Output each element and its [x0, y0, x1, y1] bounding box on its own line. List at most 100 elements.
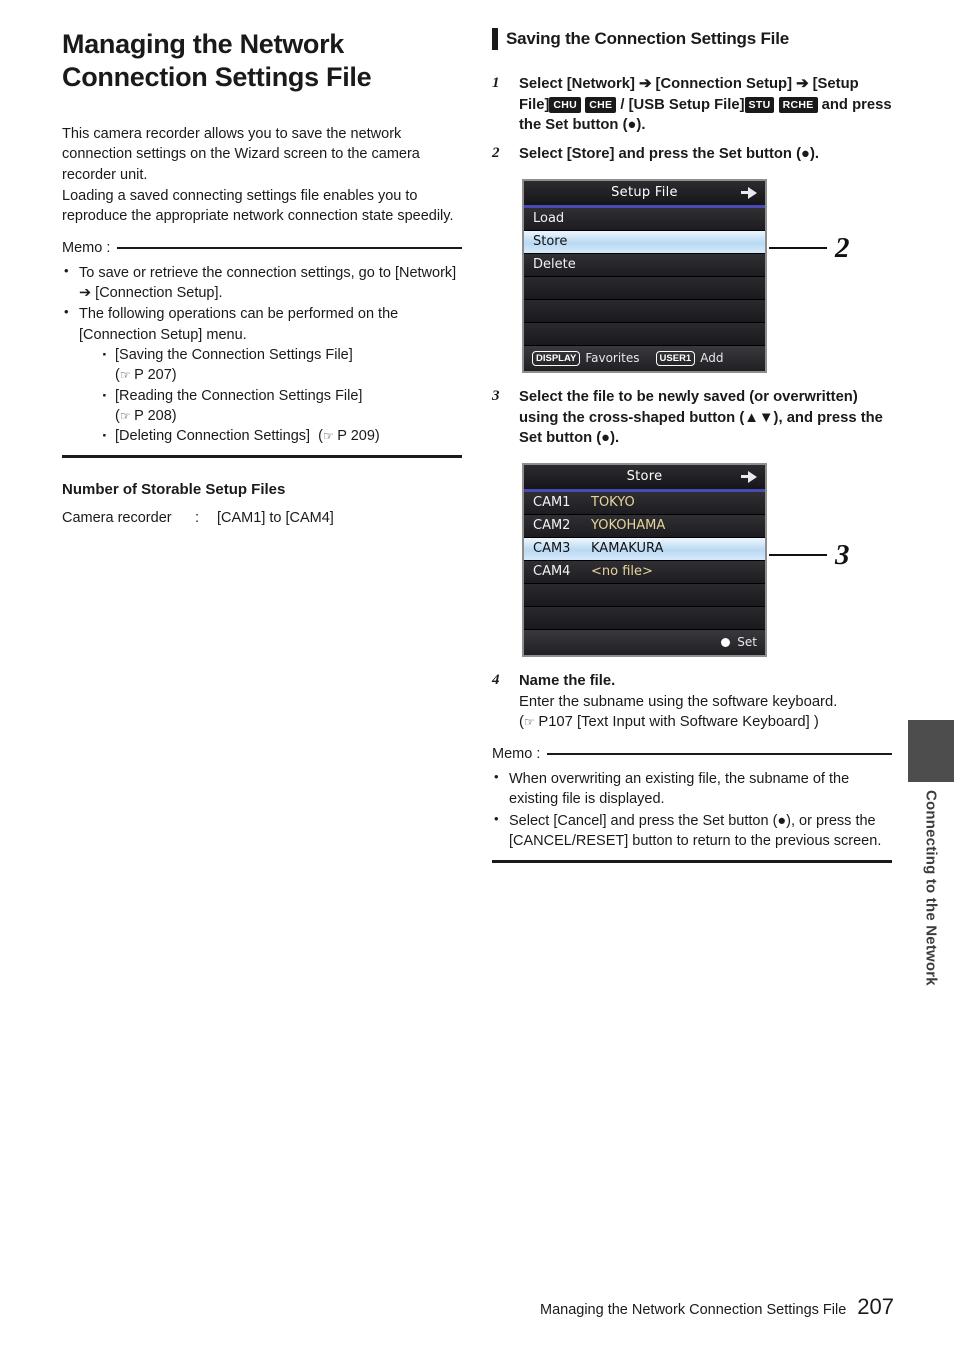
memo-label-right: Memo : [492, 746, 541, 763]
lcd-rows-store: CAM1 TOKYO CAM2 YOKOHAMA CAM3 KAMAKURA C… [524, 491, 765, 630]
lcd-title: Setup File [611, 185, 678, 201]
step-4-title: Name the file. [519, 672, 616, 689]
lcd-row-label: CAM1 [533, 495, 571, 511]
pointing-hand-icon: ☞ [119, 408, 131, 423]
side-tab-block [908, 720, 954, 782]
step-3-number: 3 [492, 387, 500, 404]
next-arrow-icon [741, 186, 757, 199]
lcd-row-delete[interactable]: Delete [524, 253, 765, 277]
memo-item-text: Select [Cancel] and press the Set button… [509, 812, 882, 849]
memo-header-left: Memo : [62, 240, 462, 256]
step-4-number: 4 [492, 671, 500, 688]
memo-rule-left [117, 247, 462, 249]
lcd-row-label: CAM3 [533, 541, 571, 557]
memo-rule-bottom-left [62, 455, 462, 458]
memo-item-text: The following operations can be performe… [79, 306, 399, 343]
lcd-row-value: <no file> [591, 564, 653, 580]
lcd-row-cam1[interactable]: CAM1 TOKYO [524, 491, 765, 515]
memo-rule-right [547, 753, 892, 755]
callout-leader-line [769, 247, 827, 250]
page-reference: P 208 [134, 407, 172, 424]
step-2-number: 2 [492, 145, 500, 162]
step-4-reference: (☞ P107 [Text Input with Software Keyboa… [519, 714, 819, 731]
memo-sub-item-text: [Reading the Connection Settings File] [115, 387, 363, 404]
user1-key-action: Add [700, 351, 724, 366]
memo-item: The following operations can be performe… [62, 303, 462, 448]
memo-sub-list: [Saving the Connection Settings File] (☞… [79, 343, 462, 448]
pointing-hand-icon: ☞ [322, 429, 334, 444]
lcd-row-empty [524, 583, 765, 607]
lcd-store: Store CAM1 TOKYO CAM2 YOKOHAMA CAM3 KAMA… [522, 462, 767, 657]
badge-chu: CHU [549, 96, 582, 114]
lcd-row-empty [524, 299, 765, 323]
section-heading: Saving the Connection Settings File [492, 28, 892, 50]
set-button-icon [721, 637, 731, 647]
page-number: 207 [857, 1294, 894, 1319]
lcd-footer-setup-file: DISPLAY Favorites USER1 Add [524, 345, 765, 371]
lcd-row-label: Load [533, 211, 565, 227]
step-4-line-1: Enter the subname using the software key… [519, 693, 838, 710]
screenshot-store: Store CAM1 TOKYO CAM2 YOKOHAMA CAM3 KAMA… [522, 462, 850, 657]
memo-rule-bottom-right [492, 860, 892, 863]
lcd-row-empty [524, 606, 765, 630]
memo-sub-item: [Saving the Connection Settings File] (☞… [99, 343, 462, 386]
step-1-text: Select [Network] ➔ [Connection Setup] ➔ … [519, 74, 892, 136]
page-reference: P 209 [337, 428, 375, 445]
lcd-row-cam4[interactable]: CAM4 <no file> [524, 560, 765, 584]
lcd-row-store[interactable]: Store [524, 230, 765, 254]
callout-number: 2 [835, 231, 850, 264]
step-2-text: Select [Store] and press the Set button … [519, 146, 819, 163]
lcd-title: Store [626, 469, 663, 485]
memo-sub-item: [Reading the Connection Settings File] (… [99, 384, 462, 427]
memo-item: To save or retrieve the connection setti… [62, 262, 462, 304]
right-column: Saving the Connection Settings File 1 Se… [492, 28, 892, 863]
lcd-row-cam3[interactable]: CAM3 KAMAKURA [524, 537, 765, 561]
storable-files-row: Camera recorder : [CAM1] to [CAM4] [62, 508, 462, 528]
memo-item: When overwriting an existing file, the s… [492, 768, 892, 810]
lcd-row-cam2[interactable]: CAM2 YOKOHAMA [524, 514, 765, 538]
memo-header-right: Memo : [492, 746, 892, 762]
lcd-setup-file: Setup File Load Store Delete DISPLAY Fav… [522, 178, 767, 373]
lcd-row-empty [524, 322, 765, 346]
step-3-text: Select the file to be newly saved (or ov… [519, 388, 883, 447]
callout-leader-line [769, 554, 827, 557]
callout-3: 3 [769, 539, 850, 572]
lcd-row-empty [524, 276, 765, 300]
memo-sub-item-text: [Saving the Connection Settings File] [115, 346, 353, 363]
section-heading-text: Saving the Connection Settings File [506, 29, 789, 48]
lcd-row-value: YOKOHAMA [591, 518, 666, 534]
display-key-action: Favorites [585, 351, 640, 366]
step-3: 3 Select the file to be newly saved (or … [492, 387, 892, 449]
memo-item-text: When overwriting an existing file, the s… [509, 771, 850, 808]
lcd-row-load[interactable]: Load [524, 207, 765, 231]
step-4-reference-text: P107 [Text Input with Software Keyboard]… [538, 714, 819, 731]
page-reference: P 207 [134, 367, 172, 384]
side-tab-label: Connecting to the Network [908, 790, 954, 1090]
lcd-footer-store: Set [524, 629, 765, 655]
step-4: 4 Name the file. Enter the subname using… [492, 671, 892, 733]
page-title: Managing the Network Connection Settings… [62, 29, 372, 92]
step-1-number: 1 [492, 75, 500, 91]
lcd-row-label: CAM2 [533, 518, 571, 534]
storable-files-key: Camera recorder [62, 509, 172, 526]
left-column: Managing the Network Connection Settings… [62, 28, 462, 528]
lcd-row-label: Delete [533, 257, 576, 273]
next-arrow-icon [741, 470, 757, 483]
storable-files-heading: Number of Storable Setup Files [62, 480, 286, 498]
callout-2: 2 [769, 232, 850, 265]
lcd-row-label: Store [533, 234, 568, 250]
page-footer: Managing the Network Connection Settings… [0, 1294, 954, 1320]
step-1-part-b: / [USB Setup File] [620, 96, 745, 113]
user1-key-icon: USER1 [655, 350, 696, 367]
memo-list-right: When overwriting an existing file, the s… [492, 768, 892, 851]
memo-item-text: To save or retrieve the connection setti… [79, 264, 457, 302]
badge-stu: STU [744, 96, 775, 114]
pointing-hand-icon: ☞ [523, 715, 535, 730]
lcd-rows-setup-file: Load Store Delete [524, 207, 765, 346]
intro-paragraph-1: This camera recorder allows you to save … [62, 125, 454, 225]
lcd-row-value: KAMAKURA [591, 541, 664, 557]
memo-sub-item-text: [Deleting Connection Settings] [115, 428, 311, 445]
lcd-row-label: CAM4 [533, 564, 571, 580]
pointing-hand-icon: ☞ [119, 368, 131, 383]
memo-sub-item: [Deleting Connection Settings] (☞ P 209) [99, 424, 462, 448]
